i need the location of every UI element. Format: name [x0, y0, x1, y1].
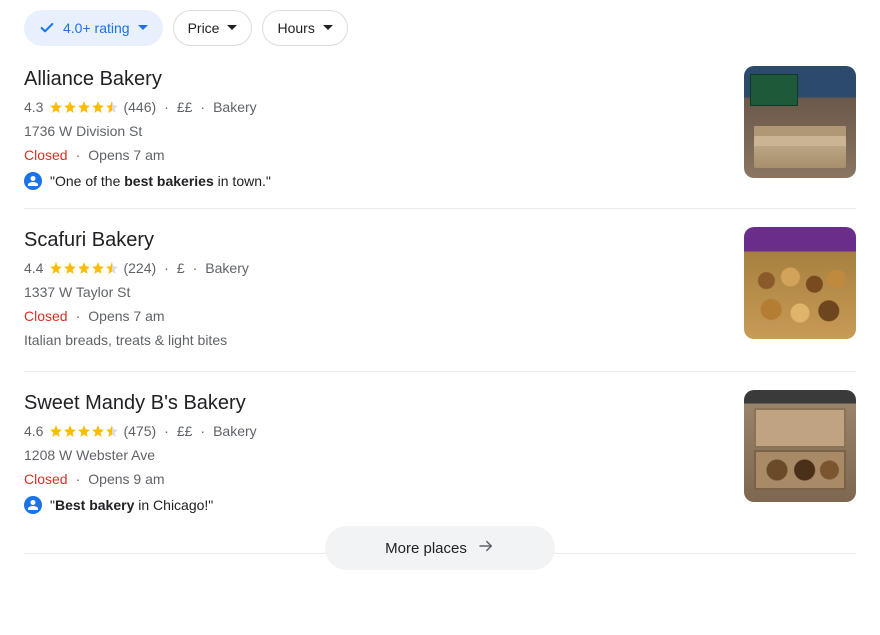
result-item[interactable]: Alliance Bakery 4.3 (446) · ££ · Bakery … [24, 60, 856, 208]
result-item[interactable]: Scafuri Bakery 4.4 (224) · £ · Bakery 13… [24, 208, 856, 371]
result-quote: "One of the best bakeries in town." [24, 172, 720, 190]
result-meta-row: 4.6 (475) · ££ · Bakery [24, 420, 720, 442]
price-level: ££ [177, 420, 193, 442]
review-count: (446) [123, 96, 156, 118]
filter-rating-label: 4.0+ rating [63, 20, 130, 36]
rating-value: 4.6 [24, 420, 43, 442]
results-list: Alliance Bakery 4.3 (446) · ££ · Bakery … [24, 60, 856, 532]
star-half-icon [105, 424, 119, 438]
star-icon [63, 261, 77, 275]
rating-stars [49, 261, 119, 275]
result-meta-row: 4.4 (224) · £ · Bakery [24, 257, 720, 279]
category: Bakery [205, 257, 249, 279]
result-thumbnail[interactable] [744, 66, 856, 178]
status-closed: Closed [24, 468, 68, 490]
more-places-wrap: More places [24, 526, 856, 580]
status-closed: Closed [24, 144, 68, 166]
filter-rating-chip[interactable]: 4.0+ rating [24, 10, 163, 46]
quote-text: "Best bakery in Chicago!" [50, 497, 213, 513]
chevron-down-icon [227, 25, 237, 31]
star-icon [63, 424, 77, 438]
rating-value: 4.4 [24, 257, 43, 279]
star-icon [91, 100, 105, 114]
opens-time: Opens 7 am [88, 305, 164, 327]
opens-time: Opens 7 am [88, 144, 164, 166]
result-hours: Closed · Opens 9 am [24, 468, 720, 490]
check-icon [39, 20, 55, 36]
avatar-icon [24, 172, 42, 190]
filter-hours-label: Hours [277, 20, 314, 36]
chevron-down-icon [138, 25, 148, 31]
result-thumbnail[interactable] [744, 227, 856, 339]
chevron-down-icon [323, 25, 333, 31]
result-hours: Closed · Opens 7 am [24, 305, 720, 327]
opens-time: Opens 9 am [88, 468, 164, 490]
price-level: ££ [177, 96, 193, 118]
result-item[interactable]: Sweet Mandy B's Bakery 4.6 (475) · ££ · … [24, 371, 856, 532]
star-icon [91, 424, 105, 438]
star-half-icon [105, 261, 119, 275]
price-level: £ [177, 257, 185, 279]
filter-chips: 4.0+ rating Price Hours [24, 10, 856, 46]
star-icon [49, 261, 63, 275]
more-places-button[interactable]: More places [325, 526, 555, 570]
filter-hours-chip[interactable]: Hours [262, 10, 347, 46]
category: Bakery [213, 420, 257, 442]
star-icon [49, 424, 63, 438]
review-count: (475) [123, 420, 156, 442]
result-hours: Closed · Opens 7 am [24, 144, 720, 166]
rating-value: 4.3 [24, 96, 43, 118]
avatar-icon [24, 496, 42, 514]
review-count: (224) [123, 257, 156, 279]
result-address: 1736 W Division St [24, 120, 720, 142]
result-address: 1337 W Taylor St [24, 281, 720, 303]
star-icon [77, 424, 91, 438]
more-places-label: More places [385, 540, 467, 557]
filter-price-chip[interactable]: Price [173, 10, 253, 46]
category: Bakery [213, 96, 257, 118]
star-icon [63, 100, 77, 114]
result-thumbnail[interactable] [744, 390, 856, 502]
result-meta-row: 4.3 (446) · ££ · Bakery [24, 96, 720, 118]
result-quote: "Best bakery in Chicago!" [24, 496, 720, 514]
result-info: Alliance Bakery 4.3 (446) · ££ · Bakery … [24, 66, 720, 190]
status-closed: Closed [24, 305, 68, 327]
star-icon [77, 100, 91, 114]
result-title[interactable]: Sweet Mandy B's Bakery [24, 390, 720, 416]
star-half-icon [105, 100, 119, 114]
result-tagline: Italian breads, treats & light bites [24, 329, 720, 351]
star-icon [91, 261, 105, 275]
rating-stars [49, 100, 119, 114]
star-icon [77, 261, 91, 275]
rating-stars [49, 424, 119, 438]
quote-text: "One of the best bakeries in town." [50, 173, 271, 189]
result-info: Scafuri Bakery 4.4 (224) · £ · Bakery 13… [24, 227, 720, 353]
filter-price-label: Price [188, 20, 220, 36]
star-icon [49, 100, 63, 114]
result-address: 1208 W Webster Ave [24, 444, 720, 466]
arrow-right-icon [477, 537, 495, 559]
result-info: Sweet Mandy B's Bakery 4.6 (475) · ££ · … [24, 390, 720, 514]
result-title[interactable]: Scafuri Bakery [24, 227, 720, 253]
result-title[interactable]: Alliance Bakery [24, 66, 720, 92]
